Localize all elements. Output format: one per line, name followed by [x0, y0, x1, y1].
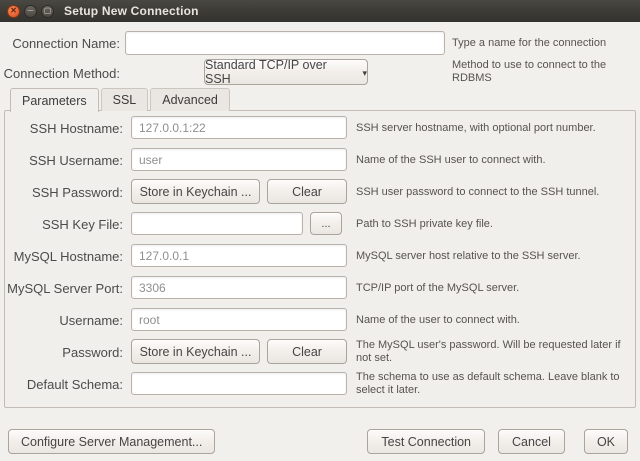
- cancel-button[interactable]: Cancel: [498, 429, 565, 454]
- default-schema-hint: The schema to use as default schema. Lea…: [356, 368, 632, 400]
- password-label: Password:: [0, 336, 123, 368]
- ssh-hostname-hint: SSH server hostname, with optional port …: [356, 112, 632, 144]
- param-row-mysql-hostname: MySQL Hostname: MySQL server host relativ…: [0, 240, 640, 272]
- ssh-password-store-keychain-button[interactable]: Store in Keychain ...: [131, 179, 260, 204]
- ssh-key-file-input[interactable]: [131, 212, 303, 235]
- ssh-hostname-label: SSH Hostname:: [0, 112, 123, 144]
- param-row-ssh-username: SSH Username: Name of the SSH user to con…: [0, 144, 640, 176]
- connection-name-label: Connection Name:: [0, 31, 120, 55]
- ssh-key-file-hint: Path to SSH private key file.: [356, 208, 632, 240]
- titlebar: ✕ ─ ▢ Setup New Connection: [0, 0, 640, 22]
- connection-method-value: Standard TCP/IP over SSH: [205, 58, 353, 86]
- ok-button[interactable]: OK: [584, 429, 628, 454]
- maximize-icon[interactable]: ▢: [41, 5, 54, 18]
- connection-method-hint: Method to use to connect to the RDBMS: [452, 59, 640, 85]
- configure-server-management-button[interactable]: Configure Server Management...: [8, 429, 215, 454]
- password-hint: The MySQL user's password. Will be reque…: [356, 336, 632, 368]
- param-row-username: Username: Name of the user to connect wit…: [0, 304, 640, 336]
- tab-bar: ParametersSSLAdvanced: [10, 88, 230, 111]
- mysql-hostname-input[interactable]: [131, 244, 347, 267]
- connection-name-hint: Type a name for the connection: [452, 31, 606, 55]
- ssh-username-input[interactable]: [131, 148, 347, 171]
- window-title: Setup New Connection: [64, 4, 199, 18]
- username-input[interactable]: [131, 308, 347, 331]
- mysql-hostname-hint: MySQL server host relative to the SSH se…: [356, 240, 632, 272]
- param-row-password: Password: Store in Keychain ... Clear The M…: [0, 336, 640, 368]
- minimize-icon[interactable]: ─: [24, 5, 37, 18]
- username-hint: Name of the user to connect with.: [356, 304, 632, 336]
- tab-ssl[interactable]: SSL: [101, 88, 149, 111]
- param-row-mysql-server-port: MySQL Server Port: TCP/IP port of the MyS…: [0, 272, 640, 304]
- connection-name-input[interactable]: [125, 31, 445, 55]
- connection-method-select[interactable]: Standard TCP/IP over SSH ▾: [204, 59, 368, 85]
- default-schema-label: Default Schema:: [0, 368, 123, 400]
- ssh-password-clear-button[interactable]: Clear: [267, 179, 347, 204]
- parameters-rows: SSH Hostname: SSH server hostname, with o…: [0, 112, 640, 400]
- footer-actions: Test Connection Cancel OK: [367, 429, 628, 454]
- ssh-key-file-label: SSH Key File:: [0, 208, 123, 240]
- mysql-server-port-hint: TCP/IP port of the MySQL server.: [356, 272, 632, 304]
- mysql-server-port-label: MySQL Server Port:: [0, 272, 123, 304]
- test-connection-button[interactable]: Test Connection: [367, 429, 485, 454]
- ssh-username-hint: Name of the SSH user to connect with.: [356, 144, 632, 176]
- mysql-server-port-input[interactable]: [131, 276, 347, 299]
- ssh-hostname-input[interactable]: [131, 116, 347, 139]
- password-store-keychain-button[interactable]: Store in Keychain ...: [131, 339, 260, 364]
- param-row-default-schema: Default Schema: The schema to use as defa…: [0, 368, 640, 400]
- connection-method-label: Connection Method:: [0, 60, 120, 86]
- mysql-hostname-label: MySQL Hostname:: [0, 240, 123, 272]
- password-clear-button[interactable]: Clear: [267, 339, 347, 364]
- ssh-key-file-browse-button[interactable]: ...: [310, 212, 342, 235]
- tab-advanced[interactable]: Advanced: [150, 88, 230, 111]
- ssh-password-hint: SSH user password to connect to the SSH …: [356, 176, 632, 208]
- close-icon[interactable]: ✕: [7, 5, 20, 18]
- default-schema-input[interactable]: [131, 372, 347, 395]
- param-row-ssh-hostname: SSH Hostname: SSH server hostname, with o…: [0, 112, 640, 144]
- window-controls: ✕ ─ ▢: [7, 5, 54, 18]
- param-row-ssh-password: SSH Password: Store in Keychain ... Clear S…: [0, 176, 640, 208]
- chevron-down-icon: ▾: [362, 68, 367, 79]
- tab-parameters[interactable]: Parameters: [10, 88, 99, 112]
- param-row-ssh-key-file: SSH Key File:... Path to SSH private key …: [0, 208, 640, 240]
- ssh-password-label: SSH Password:: [0, 176, 123, 208]
- username-label: Username:: [0, 304, 123, 336]
- ssh-username-label: SSH Username:: [0, 144, 123, 176]
